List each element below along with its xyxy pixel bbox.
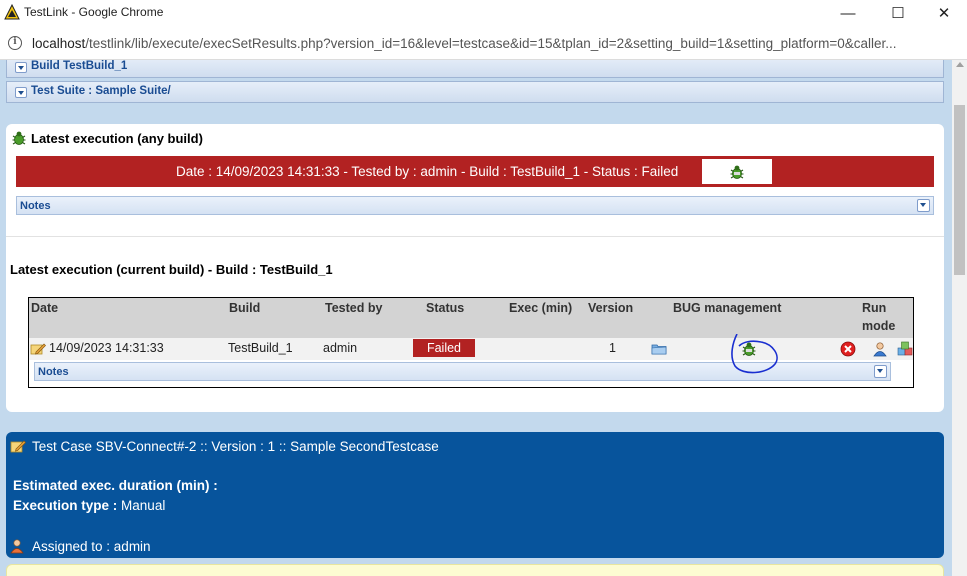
- cubes-icon[interactable]: [897, 341, 913, 357]
- row-tested-by: admin: [323, 341, 358, 355]
- chevron-down-icon[interactable]: [15, 87, 27, 98]
- row-version: 1: [609, 341, 616, 355]
- table-header: Date Build Tested by Status Exec (min) V…: [29, 298, 913, 338]
- url-host: localhost: [32, 36, 86, 51]
- maximize-button[interactable]: ☐: [875, 0, 921, 26]
- scroll-thumb[interactable]: [954, 105, 965, 275]
- vertical-scrollbar[interactable]: [952, 60, 967, 576]
- notes-label: Notes: [20, 200, 51, 212]
- bug-link-box[interactable]: [702, 159, 772, 184]
- pencil-note-icon[interactable]: [30, 341, 46, 357]
- current-build-heading: Latest execution (current build) - Build…: [10, 262, 333, 277]
- row-build: TestBuild_1: [228, 341, 293, 355]
- test-case-title: Test Case SBV-Connect#-2 :: Version : 1 …: [32, 438, 439, 454]
- col-version: Version: [588, 301, 634, 315]
- testlink-app-icon: [4, 4, 20, 20]
- col-date: Date: [31, 301, 59, 315]
- delete-icon[interactable]: [840, 341, 856, 357]
- suite-toggle-bar[interactable]: Test Suite : Sample Suite/: [6, 81, 944, 103]
- hand-drawn-circle-annotation: [731, 334, 778, 374]
- suite-label: Test Suite : Sample Suite/: [31, 85, 171, 97]
- duration-label: Estimated exec. duration (min) :: [13, 478, 218, 493]
- url-text[interactable]: localhost/testlink/lib/execute/execSetRe…: [32, 36, 897, 51]
- row-notes-label: Notes: [38, 366, 69, 378]
- window-titlebar: TestLink - Google Chrome — ☐ ✕: [0, 0, 967, 26]
- test-case-title-row: Test Case SBV-Connect#-2 :: Version : 1 …: [10, 438, 439, 454]
- user-icon: [10, 539, 24, 554]
- build-toggle-bar[interactable]: Build TestBuild_1: [6, 60, 944, 78]
- exec-type-line: Execution type : Manual: [13, 498, 165, 513]
- row-date: 14/09/2023 14:31:33: [49, 341, 164, 355]
- bug-icon[interactable]: [729, 164, 745, 180]
- url-path: /testlink/lib/execute/execSetResults.php…: [85, 36, 897, 51]
- minimize-button[interactable]: —: [825, 0, 871, 26]
- exec-type-label: Execution type :: [13, 498, 118, 513]
- execution-table: Date Build Tested by Status Exec (min) V…: [28, 297, 914, 388]
- exec-type-value: Manual: [121, 498, 166, 513]
- build-label: Build TestBuild_1: [31, 60, 128, 72]
- status-summary: Date : 14/09/2023 14:31:33 - Tested by :…: [176, 164, 679, 179]
- scroll-up-arrow[interactable]: [956, 62, 964, 67]
- col-run-mode-line2: mode: [862, 319, 896, 333]
- address-bar[interactable]: i localhost/testlink/lib/execute/execSet…: [0, 26, 967, 60]
- col-exec-min: Exec (min): [509, 301, 573, 315]
- col-build: Build: [229, 301, 261, 315]
- status-bar-failed: Date : 14/09/2023 14:31:33 - Tested by :…: [16, 156, 934, 187]
- col-bug-management: BUG management: [673, 301, 782, 315]
- latest-execution-title: Latest execution (any build): [31, 130, 203, 146]
- notes-bar[interactable]: Notes: [16, 196, 934, 215]
- latest-execution-heading: Latest execution (any build): [11, 130, 203, 146]
- user-icon[interactable]: [872, 341, 888, 357]
- duration-line: Estimated exec. duration (min) :: [13, 478, 218, 493]
- col-run-mode-line1: Run: [862, 301, 887, 315]
- chevron-down-icon[interactable]: [15, 62, 27, 73]
- close-button[interactable]: ✕: [921, 0, 967, 26]
- assigned-to: Assigned to : admin: [32, 538, 151, 554]
- pencil-note-icon: [10, 440, 26, 453]
- assigned-line: Assigned to : admin: [9, 538, 151, 554]
- bug-icon: [12, 131, 26, 145]
- col-tested-by: Tested by: [325, 301, 383, 315]
- latest-execution-panel: Latest execution (any build) Date : 14/0…: [6, 124, 944, 412]
- divider: [6, 236, 944, 237]
- chevron-down-icon[interactable]: [917, 199, 930, 212]
- chevron-down-icon[interactable]: [874, 365, 887, 378]
- status-badge: Failed: [413, 339, 475, 357]
- info-icon[interactable]: i: [8, 36, 22, 50]
- page-viewport: Build TestBuild_1 Test Suite : Sample Su…: [0, 60, 952, 576]
- test-case-panel: Test Case SBV-Connect#-2 :: Version : 1 …: [6, 432, 944, 558]
- folder-icon[interactable]: [651, 341, 667, 357]
- window-title: TestLink - Google Chrome: [24, 5, 164, 19]
- col-status: Status: [426, 301, 465, 315]
- notes-panel-yellow: [6, 564, 944, 576]
